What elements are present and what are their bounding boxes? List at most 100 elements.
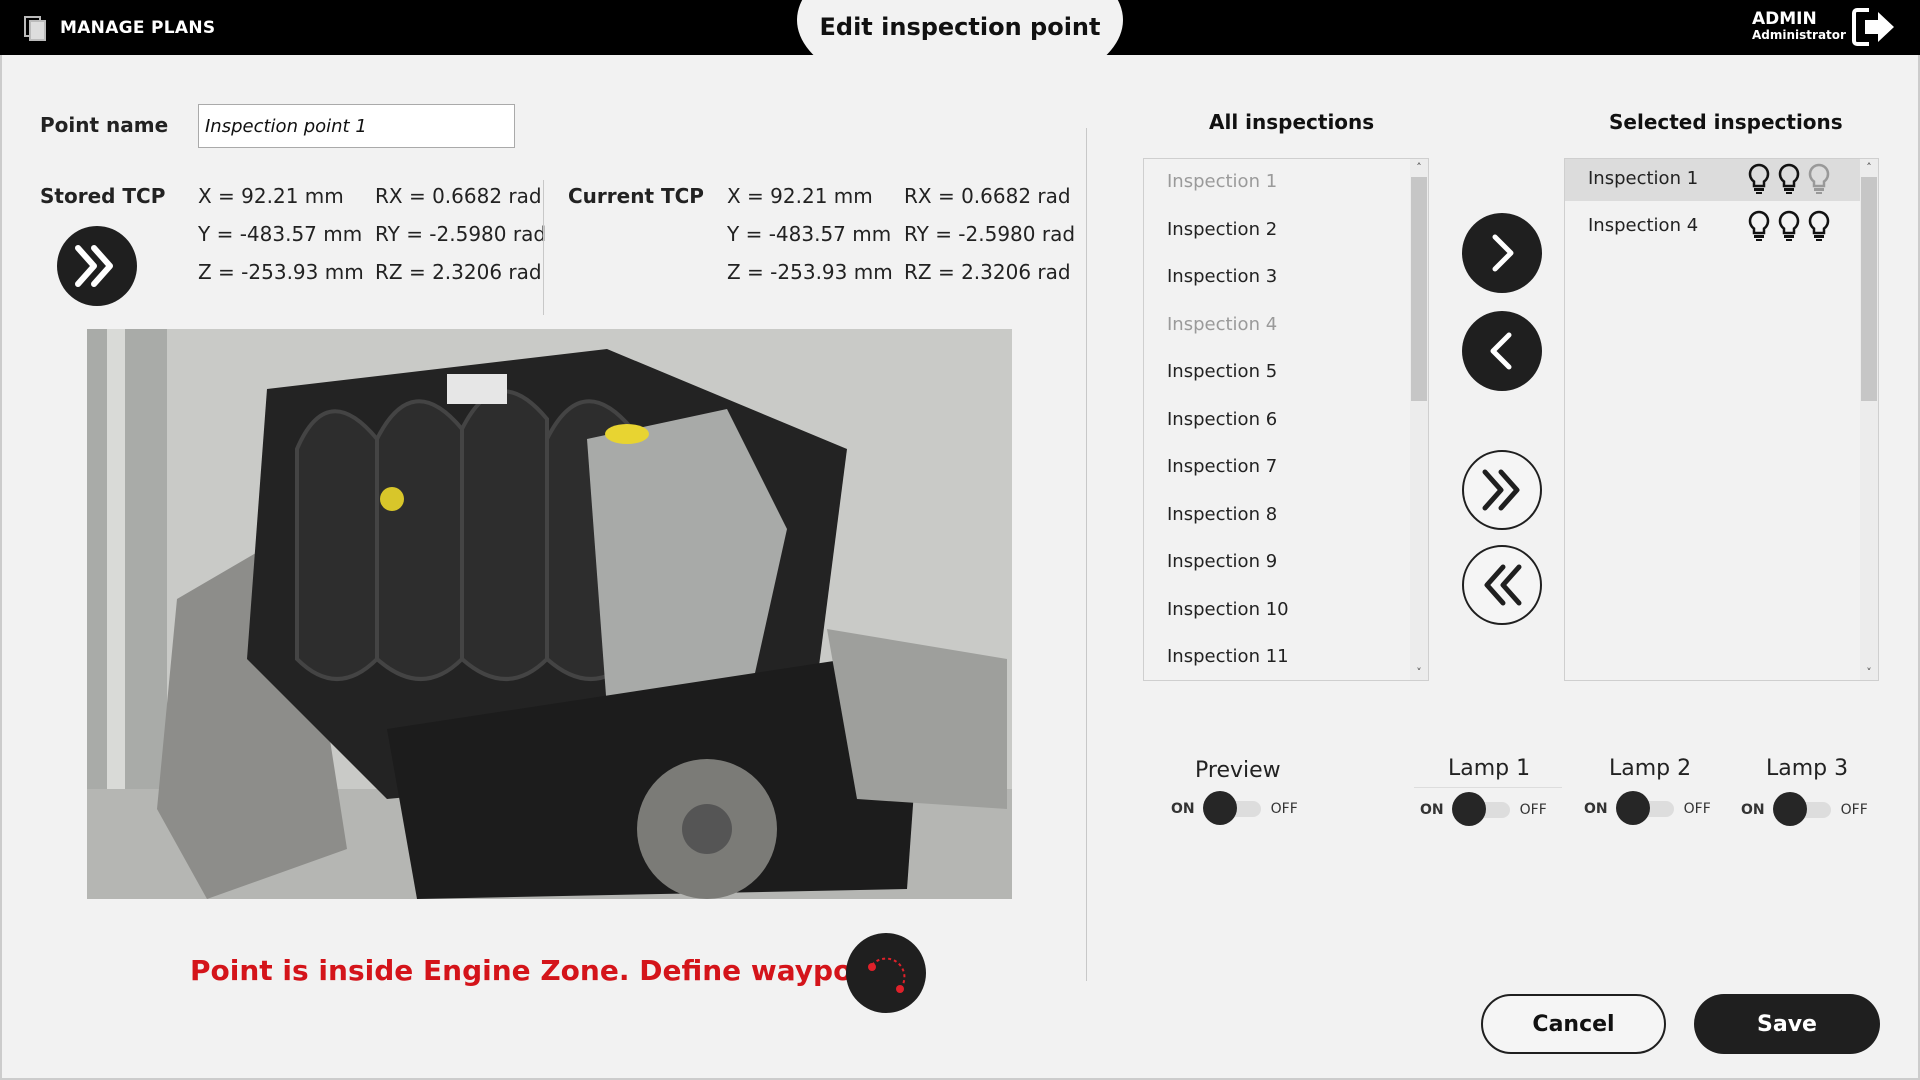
frame-left [0,55,2,1080]
lightbulb-icon [1778,210,1800,241]
user-info: ADMIN Administrator [1752,10,1846,42]
scroll-up-icon[interactable]: ˄ [1862,161,1876,174]
toggle-on-label: ON [1741,802,1765,818]
stored-tcp-label: Stored TCP [40,184,166,208]
current-tcp-y: Y = -483.57 mm [727,222,892,246]
lamp2-switch[interactable] [1615,791,1676,825]
engine-camera-view [87,329,1012,899]
list-item[interactable]: Inspection 10 [1167,599,1289,620]
store-tcp-button[interactable] [57,226,137,306]
logout-icon[interactable] [1851,6,1897,52]
list-item[interactable]: Inspection 1 [1565,159,1861,201]
manage-plans-button[interactable]: MANAGE PLANS [22,14,215,42]
list-item[interactable]: Inspection 4 [1565,206,1861,248]
list-item[interactable]: Inspection 5 [1167,361,1277,382]
page-title: Edit inspection point [819,13,1101,41]
stored-tcp-rz: RZ = 2.3206 rad [375,260,542,284]
stored-tcp-rx: RX = 0.6682 rad [375,184,542,208]
lamp2-toggle-label: Lamp 2 [1609,756,1692,781]
all-inspections-scrollbar[interactable]: ˄ ˅ [1410,159,1428,680]
lamp3-toggle-label: Lamp 3 [1766,756,1849,781]
all-inspections-header: All inspections [1209,110,1375,134]
lightbulb-icon [1748,163,1770,194]
engine-zone-warning: Point is inside Engine Zone. Define wayp… [190,954,912,987]
cancel-button[interactable]: Cancel [1481,994,1666,1054]
stored-tcp-y: Y = -483.57 mm [198,222,363,246]
toggle-off-label: OFF [1840,802,1868,818]
lightbulb-icon [1748,210,1770,241]
scroll-thumb[interactable] [1861,177,1877,401]
double-chevron-right-icon [1482,469,1520,511]
stored-tcp-ry: RY = -2.5980 rad [375,222,547,246]
stored-tcp-z: Z = -253.93 mm [198,260,364,284]
current-tcp-ry: RY = -2.5980 rad [904,222,1076,246]
selected-inspections-list[interactable]: Inspection 1 Inspection 4 ˄ ˅ [1564,158,1879,681]
toggle-on-label: ON [1584,801,1608,817]
scroll-thumb[interactable] [1411,177,1427,401]
double-chevron-left-icon [1484,564,1522,606]
document-icon [24,16,46,41]
waypoint-button[interactable] [846,933,926,1013]
save-button[interactable]: Save [1694,994,1880,1054]
add-selected-button[interactable] [1462,213,1542,293]
all-inspections-list[interactable]: Inspection 1 Inspection 2 Inspection 3 Insp… [1143,158,1429,681]
point-name-input[interactable] [198,104,515,148]
toggle-off-label: OFF [1683,801,1711,817]
preview-toggle-label: Preview [1195,758,1281,783]
lamp1-toggle-label: Lamp 1 [1448,756,1531,781]
chevron-left-icon [1490,332,1512,370]
current-tcp-rz: RZ = 2.3206 rad [904,260,1071,284]
lamp2-toggle: ON OFF [1584,791,1711,825]
current-tcp-rx: RX = 0.6682 rad [904,184,1071,208]
panel-divider [1086,128,1087,981]
inspection-name: Inspection 1 [1588,168,1699,189]
toggle-off-label: OFF [1519,802,1547,818]
title-bubble: Edit inspection point [797,0,1123,100]
lightbulb-icon [1778,163,1800,194]
lamp3-toggle: ON OFF [1741,792,1868,826]
manage-plans-label: MANAGE PLANS [60,18,216,38]
toggle-on-label: ON [1171,801,1195,817]
inspection-name: Inspection 4 [1588,215,1699,236]
lamp3-switch[interactable] [1772,792,1833,826]
toggle-on-label: ON [1420,802,1444,818]
list-item[interactable]: Inspection 6 [1167,409,1277,430]
lightbulb-icon [1808,163,1830,194]
user-role: Administrator [1752,27,1846,42]
list-item[interactable]: Inspection 9 [1167,551,1277,572]
lamp1-toggle: ON OFF [1420,792,1547,826]
current-tcp-label: Current TCP [568,184,704,208]
lamp-indicators [1747,210,1831,242]
selected-inspections-header: Selected inspections [1609,110,1843,134]
add-all-button[interactable] [1462,450,1542,530]
list-item[interactable]: Inspection 11 [1167,646,1289,667]
lamp1-underline [1414,787,1562,788]
double-chevron-right-icon [75,245,113,287]
scroll-up-icon[interactable]: ˄ [1412,161,1426,174]
waypoint-path-icon [868,957,906,993]
remove-selected-button[interactable] [1462,311,1542,391]
selected-inspections-scrollbar[interactable]: ˄ ˅ [1860,159,1878,680]
list-item[interactable]: Inspection 7 [1167,456,1277,477]
user-name: ADMIN [1752,9,1817,29]
lightbulb-icon [1808,210,1830,241]
tcp-divider [543,180,544,315]
preview-switch[interactable] [1202,791,1263,825]
list-item[interactable]: Inspection 3 [1167,266,1277,287]
current-tcp-x: X = 92.21 mm [727,184,873,208]
list-item[interactable]: Inspection 8 [1167,504,1277,525]
scroll-down-icon[interactable]: ˅ [1862,666,1876,679]
scroll-down-icon[interactable]: ˅ [1412,666,1426,679]
chevron-right-icon [1492,234,1514,272]
lamp-indicators [1747,163,1831,195]
preview-toggle: ON OFF [1171,791,1298,825]
list-item[interactable]: Inspection 2 [1167,219,1277,240]
point-name-label: Point name [40,113,169,137]
list-item[interactable]: Inspection 1 [1167,171,1277,192]
current-tcp-z: Z = -253.93 mm [727,260,893,284]
list-item[interactable]: Inspection 4 [1167,314,1277,335]
lamp1-switch[interactable] [1451,792,1512,826]
stored-tcp-x: X = 92.21 mm [198,184,344,208]
remove-all-button[interactable] [1462,545,1542,625]
toggle-off-label: OFF [1270,801,1298,817]
